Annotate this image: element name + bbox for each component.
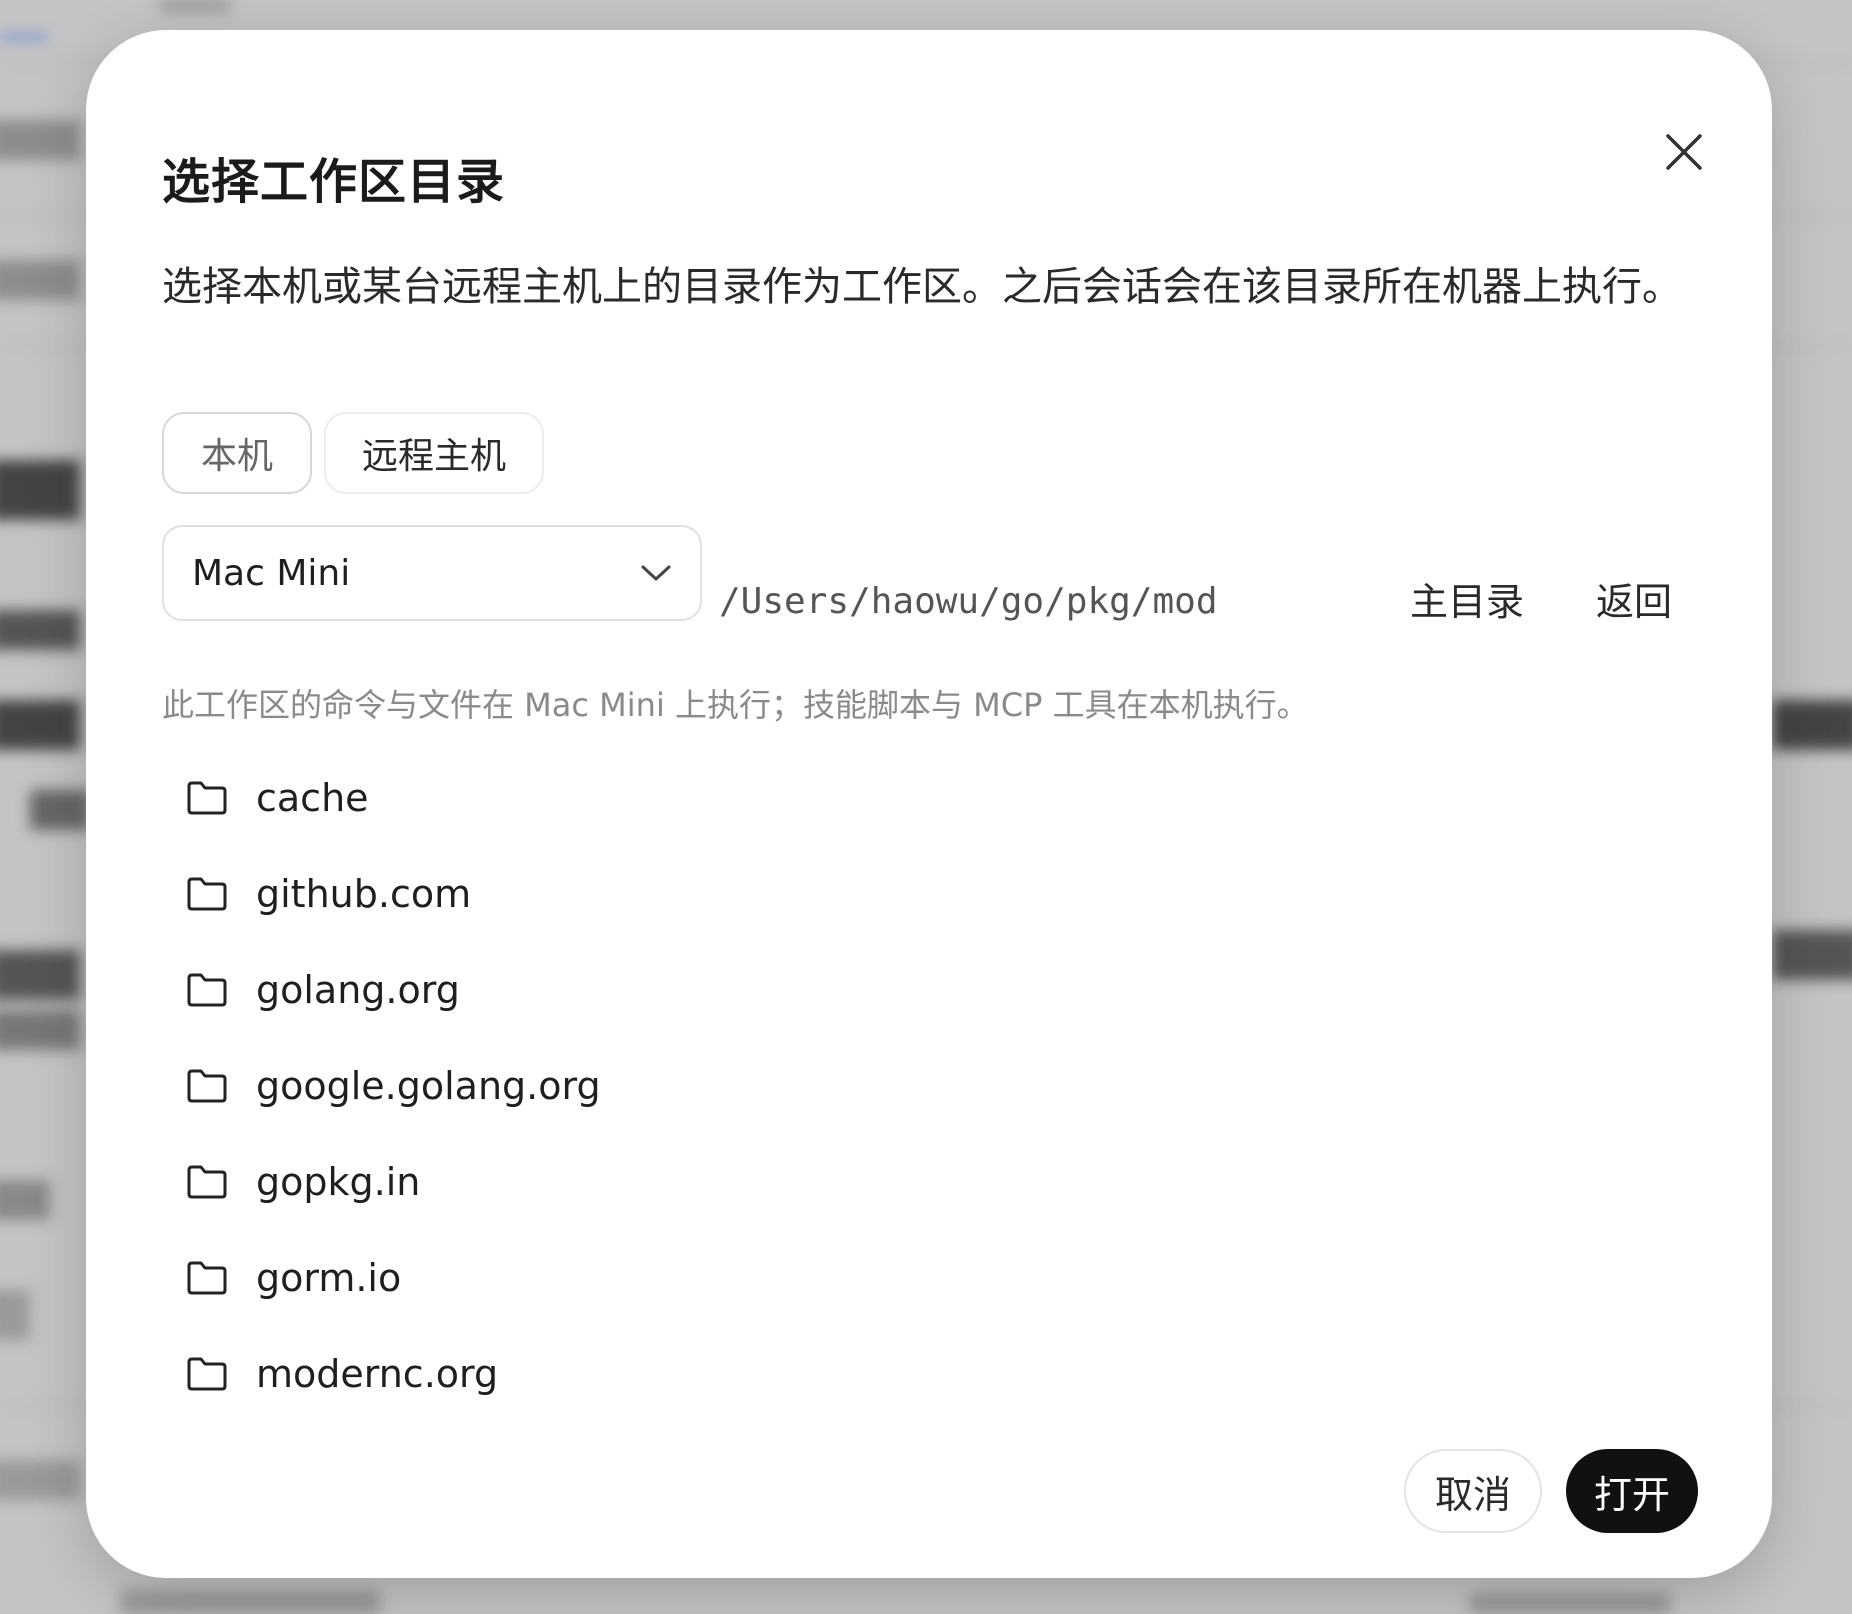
background-text-block [0, 1290, 30, 1340]
directory-name: cache [256, 776, 369, 820]
close-button[interactable] [1652, 120, 1716, 184]
background-text-block [160, 0, 230, 12]
directory-name: gorm.io [256, 1256, 402, 1300]
background-text-block [0, 610, 80, 650]
background-text-block [0, 700, 80, 750]
directory-item[interactable]: gopkg.in [186, 1134, 1686, 1230]
location-tabs: 本机 远程主机 [162, 412, 544, 494]
home-directory-button[interactable]: 主目录 [1410, 578, 1524, 626]
background-text-block [0, 1010, 80, 1050]
background-text-block [1470, 1592, 1670, 1614]
background-text-block [1772, 930, 1852, 980]
host-select-value: Mac Mini [192, 552, 351, 594]
folder-icon [187, 973, 227, 1007]
background-text-block [0, 460, 80, 520]
tab-local[interactable]: 本机 [162, 412, 312, 494]
directory-name: google.golang.org [256, 1064, 601, 1108]
dialog-title: 选择工作区目录 [162, 154, 506, 210]
directory-name: gopkg.in [256, 1160, 421, 1204]
background-text-block [0, 1180, 50, 1220]
folder-icon [187, 1357, 227, 1391]
workspace-directory-dialog: 选择工作区目录 选择本机或某台远程主机上的目录作为工作区。之后会话会在该目录所在… [86, 30, 1772, 1578]
folder-icon [187, 781, 227, 815]
folder-icon [187, 1261, 227, 1295]
directory-name: github.com [256, 872, 472, 916]
execution-hint: 此工作区的命令与文件在 Mac Mini 上执行；技能脚本与 MCP 工具在本机… [162, 686, 1309, 724]
back-button[interactable]: 返回 [1596, 578, 1672, 626]
tab-remote-host[interactable]: 远程主机 [324, 412, 544, 494]
background-text-block [0, 950, 80, 1000]
close-icon [1666, 134, 1702, 170]
directory-item[interactable]: cache [186, 750, 1686, 846]
directory-item[interactable]: modernc.org [186, 1326, 1686, 1422]
host-select[interactable]: Mac Mini [162, 525, 702, 621]
background-text-block [0, 1460, 80, 1500]
directory-item[interactable]: gorm.io [186, 1230, 1686, 1326]
folder-icon [187, 877, 227, 911]
folder-icon [187, 1069, 227, 1103]
background-text-block [1772, 700, 1852, 750]
background-text-block [30, 790, 90, 830]
background-text-block [0, 120, 80, 160]
cancel-button[interactable]: 取消 [1404, 1449, 1542, 1533]
directory-item[interactable]: google.golang.org [186, 1038, 1686, 1134]
background-text-block [0, 260, 80, 300]
background-text-block [120, 1590, 380, 1614]
directory-item[interactable]: golang.org [186, 942, 1686, 1038]
directory-list: cache github.com golang.org google.golan… [186, 750, 1686, 1422]
directory-name: golang.org [256, 968, 460, 1012]
dialog-description: 选择本机或某台远程主机上的目录作为工作区。之后会话会在该目录所在机器上执行。 [162, 264, 1682, 310]
directory-name: modernc.org [256, 1352, 499, 1396]
directory-item[interactable]: github.com [186, 846, 1686, 942]
open-button[interactable]: 打开 [1566, 1449, 1698, 1533]
folder-icon [187, 1165, 227, 1199]
background-accent [0, 34, 48, 40]
chevron-down-icon [641, 565, 671, 581]
current-path: /Users/haowu/go/pkg/mod [719, 581, 1218, 622]
